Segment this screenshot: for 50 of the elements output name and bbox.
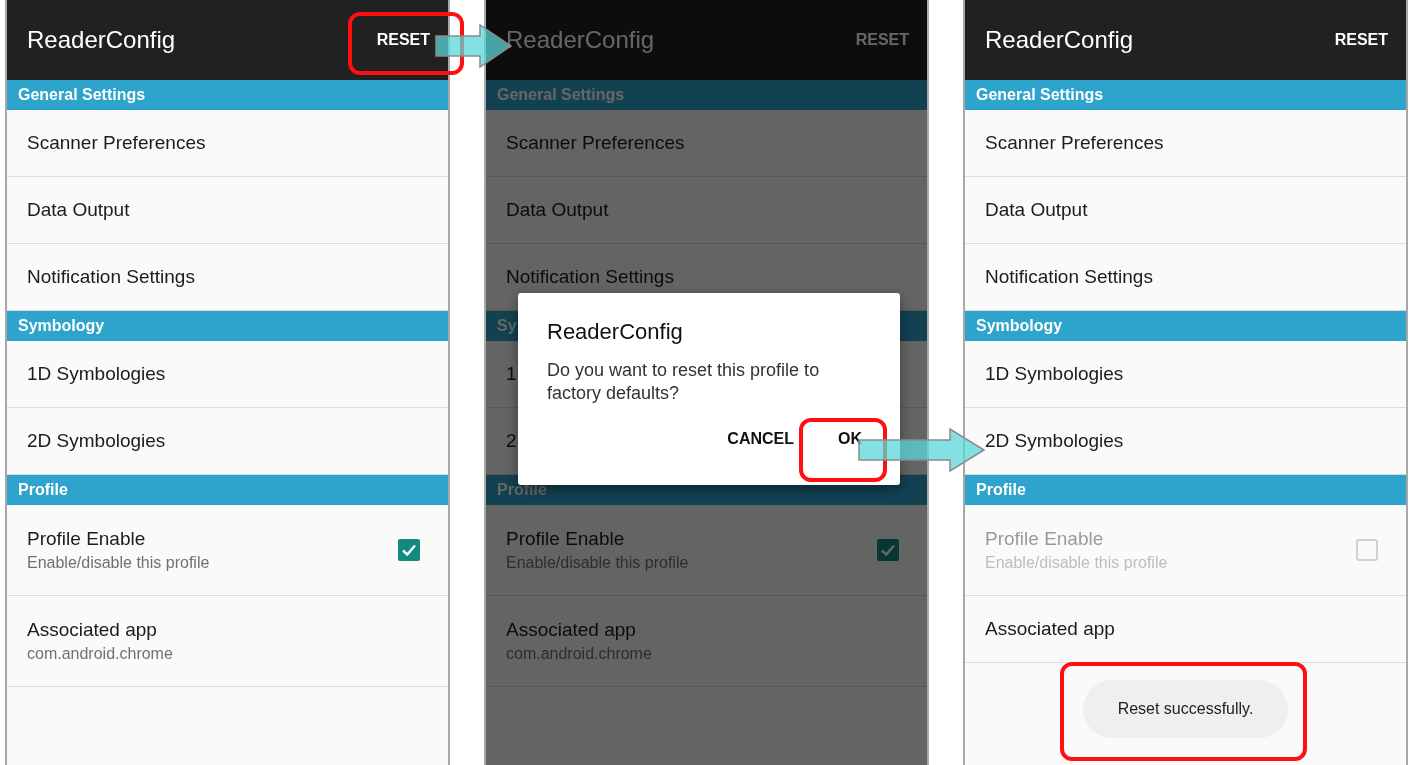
reset-button[interactable]: RESET — [1330, 27, 1392, 53]
reset-button[interactable]: RESET — [372, 27, 434, 53]
section-header: Symbology — [7, 311, 448, 341]
settings-row[interactable]: Profile Enable Enable/disable this profile — [7, 505, 448, 596]
row-title: Associated app — [985, 618, 1115, 640]
settings-row[interactable]: Scanner Preferences — [965, 110, 1406, 177]
section-header: Profile — [7, 475, 448, 505]
row-title: Profile Enable — [506, 528, 626, 550]
row-title: Data Output — [27, 199, 130, 221]
row-title: Data Output — [985, 199, 1088, 221]
checkbox[interactable] — [398, 539, 420, 561]
row-title: Notification Settings — [27, 266, 195, 288]
app-title: ReaderConfig — [506, 26, 655, 54]
row-subtitle: com.android.chrome — [27, 645, 173, 663]
settings-row[interactable]: Scanner Preferences — [7, 110, 448, 177]
settings-row[interactable]: Data Output — [965, 177, 1406, 244]
section-header: General Settings — [7, 80, 448, 110]
dialog-button[interactable]: CANCEL — [723, 426, 798, 452]
row-title: Profile Enable — [27, 528, 147, 550]
app-title: ReaderConfig — [27, 26, 176, 54]
section-header: Profile — [965, 475, 1406, 505]
row-title: 1D Symbologies — [985, 363, 1124, 385]
row-title: 2D Symbologies — [985, 430, 1124, 452]
settings-row[interactable]: Associated app — [965, 596, 1406, 663]
row-subtitle: Enable/disable this profile — [27, 554, 210, 572]
settings-row[interactable]: 1D Symbologies — [7, 341, 448, 408]
row-title: Scanner Preferences — [27, 132, 206, 154]
row-title: 1D Symbologies — [27, 363, 166, 385]
row-title: Notification Settings — [506, 266, 674, 288]
row-title: Notification Settings — [985, 266, 1153, 288]
row-title: Profile Enable — [985, 528, 1105, 550]
row-title: Scanner Preferences — [506, 132, 685, 154]
row-subtitle: Enable/disable this profile — [985, 554, 1168, 572]
section-header: General Settings — [965, 80, 1406, 110]
section-header: General Settings — [486, 80, 927, 110]
checkbox[interactable] — [877, 539, 899, 561]
row-title: Associated app — [27, 619, 158, 641]
row-title: 2 — [506, 430, 517, 452]
row-title: Scanner Preferences — [985, 132, 1164, 154]
dialog-message: Do you want to reset this profile to factory defaults? — [547, 359, 821, 404]
row-title: 1 — [506, 363, 517, 385]
app-title: ReaderConfig — [985, 26, 1134, 54]
settings-row[interactable]: 1D Symbologies — [965, 341, 1406, 408]
row-title: Data Output — [506, 199, 609, 221]
section-header: Symbology — [965, 311, 1406, 341]
row-title: 2D Symbologies — [27, 430, 166, 452]
settings-row[interactable]: Associated app com.android.chrome — [7, 596, 448, 687]
row-title: Associated app — [506, 619, 637, 641]
toast-message: Reset successfully. — [1083, 680, 1288, 738]
settings-row[interactable]: Data Output — [7, 177, 448, 244]
